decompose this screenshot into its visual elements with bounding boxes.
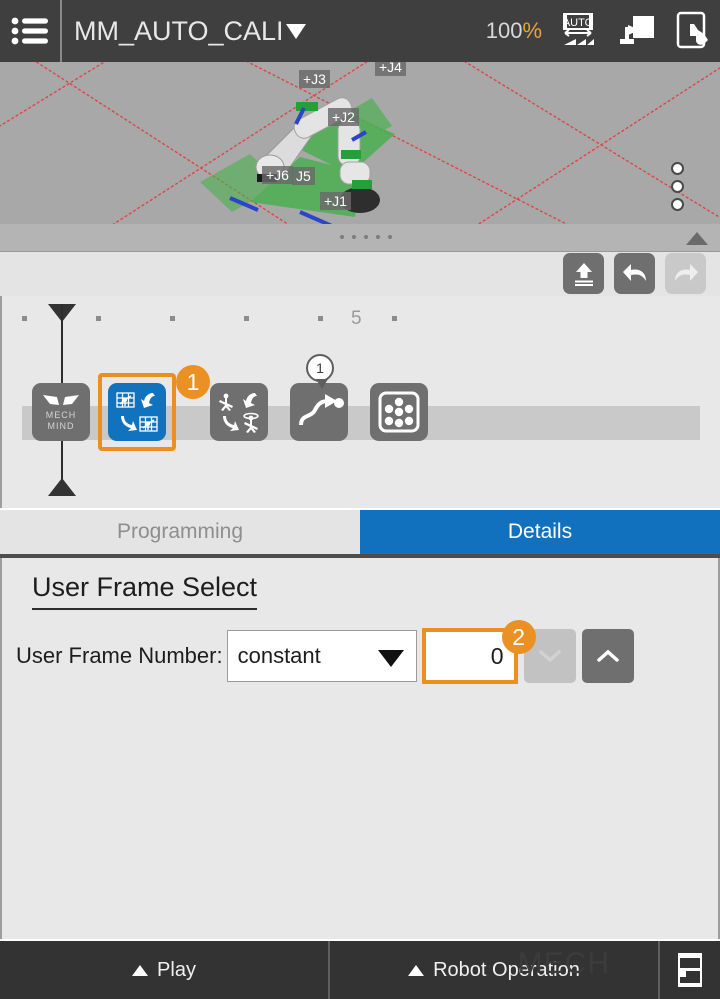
kebab-dot bbox=[671, 180, 684, 193]
undo-button[interactable] bbox=[614, 253, 655, 294]
tab-programming[interactable]: Programming bbox=[0, 510, 360, 554]
triangle-up-icon bbox=[408, 965, 424, 976]
ruler-tick bbox=[170, 316, 175, 321]
viewport-splitter[interactable] bbox=[0, 224, 720, 252]
grip-dot bbox=[352, 235, 356, 239]
joint-label: +J2 bbox=[328, 108, 359, 126]
pin-badge-1: 1 bbox=[306, 354, 334, 382]
endpoint-dot-icon bbox=[333, 397, 345, 409]
export-button[interactable] bbox=[563, 253, 604, 294]
upload-icon bbox=[571, 261, 597, 287]
robot-operation-button[interactable]: Robot Operation MECH bbox=[330, 941, 660, 999]
page-title: User Frame Select bbox=[32, 572, 257, 610]
speed-override-value[interactable]: 100% bbox=[486, 18, 542, 44]
motion-path-block[interactable]: 1 bbox=[290, 383, 348, 441]
panel-tabs: Programming Details bbox=[0, 510, 720, 558]
bottom-bar: Play Robot Operation MECH bbox=[0, 941, 720, 999]
main-menu-button[interactable] bbox=[0, 0, 62, 62]
frame-transform-icon bbox=[115, 390, 159, 434]
dot-pattern-icon bbox=[377, 390, 421, 434]
step-badge-2: 2 bbox=[502, 620, 536, 654]
mech-mind-start-block[interactable]: MECH MIND bbox=[32, 383, 90, 441]
robot-operation-label: Robot Operation bbox=[433, 959, 580, 982]
layout-panel-icon bbox=[675, 952, 705, 988]
robot-swap-block[interactable] bbox=[210, 383, 268, 441]
timeline-ruler[interactable]: 5 bbox=[2, 296, 720, 342]
chevron-up-icon bbox=[596, 648, 620, 664]
layout-panel-button[interactable] bbox=[660, 941, 720, 999]
frame-transform-block-selection[interactable]: 1 bbox=[98, 373, 176, 451]
ruler-tick bbox=[22, 316, 27, 321]
timeline-blocks: MECH MIND bbox=[32, 373, 428, 451]
speed-percent-sign: % bbox=[522, 18, 542, 43]
header-status-group: 100% AUTO bbox=[486, 10, 720, 52]
robot-3d-viewport[interactable]: +J4 +J3 +J2 +J6 J5 +J1 bbox=[0, 62, 720, 224]
grip-dot bbox=[376, 235, 380, 239]
edit-toolbar bbox=[0, 252, 720, 296]
play-button[interactable]: Play bbox=[0, 941, 330, 999]
robot-swap-icon bbox=[217, 390, 261, 434]
auto-speed-icon[interactable]: AUTO bbox=[556, 11, 600, 51]
frame-transform-block[interactable] bbox=[108, 383, 166, 441]
edit-toolbar-buttons bbox=[563, 253, 706, 294]
chevron-down-icon bbox=[538, 648, 562, 664]
ruler-tick bbox=[96, 316, 101, 321]
user-frame-number-label: User Frame Number: bbox=[16, 643, 223, 669]
speed-number: 100 bbox=[486, 18, 523, 43]
play-label: Play bbox=[157, 959, 196, 982]
details-panel: User Frame Select User Frame Number: con… bbox=[0, 558, 720, 939]
chevron-down-icon bbox=[286, 24, 306, 39]
redo-arrow-icon bbox=[672, 261, 700, 287]
app-header: MM_AUTO_CALI 100% AUTO bbox=[0, 0, 720, 62]
ruler-tick bbox=[392, 316, 397, 321]
grip-dot bbox=[340, 235, 344, 239]
frame-mode-select[interactable]: constant bbox=[227, 630, 417, 682]
program-title[interactable]: MM_AUTO_CALI bbox=[74, 16, 306, 47]
program-title-text: MM_AUTO_CALI bbox=[74, 16, 284, 47]
teach-pendant-hand-icon[interactable] bbox=[672, 10, 712, 52]
ruler-tick bbox=[244, 316, 249, 321]
joint-label: +J6 bbox=[262, 166, 293, 184]
tab-programming-label: Programming bbox=[117, 520, 243, 544]
user-frame-number-row: User Frame Number: constant 0 2 bbox=[16, 628, 634, 684]
user-frame-number-value: 0 bbox=[491, 643, 504, 670]
calibration-pattern-block[interactable] bbox=[370, 383, 428, 441]
robot-scene bbox=[0, 62, 720, 224]
triangle-up-icon bbox=[132, 965, 148, 976]
step-badge-1: 1 bbox=[176, 365, 210, 399]
grip-dot bbox=[364, 235, 368, 239]
tab-details-label: Details bbox=[508, 520, 572, 544]
user-frame-number-input[interactable]: 0 2 bbox=[422, 628, 518, 684]
frame-mode-value: constant bbox=[238, 643, 321, 669]
robot-projector-icon[interactable] bbox=[614, 11, 658, 51]
spinner-up-button[interactable] bbox=[582, 629, 634, 683]
joint-label: +J1 bbox=[320, 192, 351, 210]
mech-mind-label-1: MECH bbox=[46, 410, 77, 420]
mech-mind-label-2: MIND bbox=[48, 421, 75, 431]
svg-text:AUTO: AUTO bbox=[563, 17, 594, 29]
kebab-dot bbox=[671, 198, 684, 211]
joint-label: J5 bbox=[292, 167, 315, 185]
playhead-marker-bottom[interactable] bbox=[48, 478, 76, 496]
more-vertical-icon[interactable] bbox=[671, 162, 684, 211]
undo-arrow-icon bbox=[621, 261, 649, 287]
tab-details[interactable]: Details bbox=[360, 510, 720, 554]
ruler-tick bbox=[318, 316, 323, 321]
list-menu-icon bbox=[11, 16, 49, 46]
mech-mind-logo-icon bbox=[41, 393, 81, 409]
chevron-down-icon bbox=[378, 650, 404, 667]
joint-label: +J3 bbox=[299, 70, 330, 88]
ruler-label: 5 bbox=[351, 308, 362, 330]
drag-grip-dots-icon[interactable] bbox=[340, 235, 392, 239]
grip-dot bbox=[388, 235, 392, 239]
kebab-dot bbox=[671, 162, 684, 175]
program-timeline[interactable]: 5 MECH MIND bbox=[0, 296, 720, 508]
joint-label: +J4 bbox=[375, 62, 406, 76]
redo-button[interactable] bbox=[665, 253, 706, 294]
triangle-up-icon[interactable] bbox=[686, 232, 708, 245]
